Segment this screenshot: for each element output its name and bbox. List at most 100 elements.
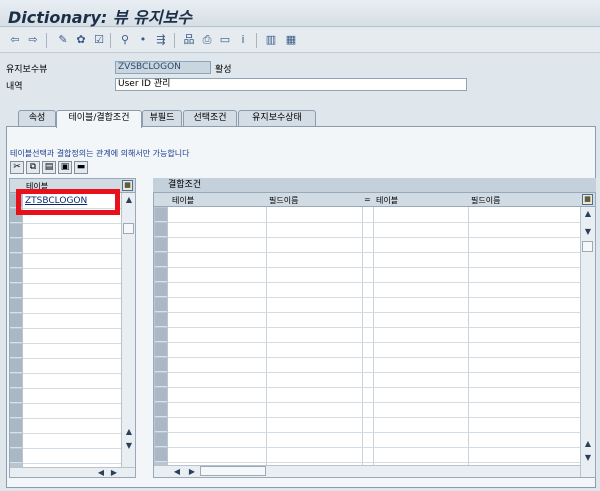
row-selector[interactable] <box>10 329 22 343</box>
row-selector[interactable] <box>155 373 167 387</box>
left-vertical-scrollbar[interactable]: ▲ ▲ ▼ <box>121 193 135 467</box>
row-selector[interactable] <box>10 299 22 313</box>
table-row[interactable] <box>23 403 121 404</box>
activate-icon[interactable]: ✿ <box>74 33 88 47</box>
table-row[interactable] <box>23 223 121 224</box>
scroll-left-icon[interactable]: ◀ <box>96 468 106 477</box>
delete-row-icon[interactable]: ▬ <box>74 161 88 174</box>
layout-icon[interactable]: ▥ <box>264 33 278 47</box>
table-row[interactable] <box>168 342 580 343</box>
row-selector[interactable] <box>155 313 167 327</box>
column-settings-icon[interactable]: ▦ <box>122 180 133 191</box>
row-selector[interactable] <box>155 283 167 297</box>
tab-tables-join[interactable]: 테이블/결합조건 <box>56 110 142 128</box>
print-icon[interactable]: ⎙ <box>200 33 214 47</box>
table-row[interactable] <box>23 283 121 284</box>
hierarchy-icon[interactable]: 品 <box>182 33 196 47</box>
table-row[interactable] <box>168 447 580 448</box>
tab-attributes[interactable]: 속성 <box>18 110 56 127</box>
table-row[interactable] <box>23 253 121 254</box>
check-icon[interactable]: ☑ <box>92 33 106 47</box>
row-selector[interactable] <box>155 268 167 282</box>
table-row[interactable] <box>168 387 580 388</box>
table-row[interactable] <box>168 372 580 373</box>
scroll-up-icon[interactable]: ▲ <box>123 427 135 436</box>
row-selector[interactable] <box>10 284 22 298</box>
row-selector[interactable] <box>155 208 167 222</box>
scroll-up-icon[interactable]: ▲ <box>582 439 594 448</box>
row-selector[interactable] <box>155 343 167 357</box>
tab-selection[interactable]: 선택조건 <box>183 110 237 127</box>
cut-icon[interactable]: ✂ <box>10 161 24 174</box>
row-selector[interactable] <box>155 328 167 342</box>
table-row[interactable] <box>168 237 580 238</box>
row-selector[interactable] <box>155 223 167 237</box>
view-name-field[interactable]: ZVSBCLOGON <box>115 61 211 74</box>
row-selector[interactable] <box>155 358 167 372</box>
row-selector[interactable] <box>10 254 22 268</box>
description-field[interactable]: User ID 관리 <box>115 78 467 91</box>
table-row[interactable] <box>23 313 121 314</box>
row-selector[interactable] <box>10 239 22 253</box>
column-settings-icon[interactable]: ▦ <box>582 194 593 205</box>
table-row[interactable] <box>168 432 580 433</box>
table-row[interactable] <box>168 252 580 253</box>
row-selector[interactable] <box>10 344 22 358</box>
row-selector[interactable] <box>10 389 22 403</box>
row-selector[interactable] <box>155 388 167 402</box>
pencil-glasses-icon[interactable]: ✎ <box>56 33 70 47</box>
table-row[interactable] <box>168 327 580 328</box>
table-row[interactable] <box>23 373 121 374</box>
frame-icon[interactable]: ▭ <box>218 33 232 47</box>
row-selector[interactable] <box>10 419 22 433</box>
scroll-down-icon[interactable]: ▼ <box>582 227 594 236</box>
table-row[interactable] <box>168 282 580 283</box>
scroll-right-icon[interactable]: ▶ <box>109 468 119 477</box>
table-row[interactable] <box>23 433 121 434</box>
row-selector[interactable] <box>10 374 22 388</box>
table-row[interactable] <box>23 343 121 344</box>
right-horizontal-scrollbar[interactable]: ◀ ▶ <box>154 465 580 477</box>
left-horizontal-scrollbar[interactable]: ◀ ▶ <box>10 467 135 477</box>
forward-arrow-icon[interactable]: ⇨ <box>26 33 40 47</box>
row-selector[interactable] <box>10 359 22 373</box>
row-selector[interactable] <box>10 269 22 283</box>
right-vertical-scrollbar[interactable]: ▲ ▼ ▲ ▼ <box>580 207 595 477</box>
graphic-icon[interactable]: ⇶ <box>154 33 168 47</box>
row-selector[interactable] <box>10 224 22 238</box>
table-row[interactable] <box>23 268 121 269</box>
tab-maint-status[interactable]: 유지보수상태 <box>238 110 316 127</box>
row-selector[interactable] <box>155 238 167 252</box>
row-selector[interactable] <box>155 433 167 447</box>
table-row[interactable] <box>23 448 121 449</box>
calendar-grid-icon[interactable]: ▦ <box>284 33 298 47</box>
row-selector[interactable] <box>155 418 167 432</box>
table-row[interactable] <box>23 388 121 389</box>
table-row[interactable] <box>168 312 580 313</box>
table-row[interactable] <box>168 222 580 223</box>
table-row[interactable] <box>23 298 121 299</box>
scroll-right-icon[interactable]: ▶ <box>187 467 197 476</box>
table-row[interactable] <box>168 417 580 418</box>
table-row[interactable] <box>23 238 121 239</box>
info-pin-icon[interactable]: • <box>136 33 150 47</box>
back-arrow-icon[interactable]: ⇦ <box>8 33 22 47</box>
table-row[interactable] <box>23 358 121 359</box>
scroll-left-icon[interactable]: ◀ <box>172 467 182 476</box>
table-row[interactable] <box>168 357 580 358</box>
copy-icon[interactable]: ⧉ <box>26 161 40 174</box>
scroll-thumb[interactable] <box>582 241 593 252</box>
table-row[interactable] <box>168 267 580 268</box>
paste-icon[interactable]: ▤ <box>42 161 56 174</box>
scroll-down-icon[interactable]: ▼ <box>582 453 594 462</box>
row-selector[interactable] <box>155 403 167 417</box>
scroll-thumb[interactable] <box>200 466 266 476</box>
row-selector[interactable] <box>155 253 167 267</box>
scroll-up-icon[interactable]: ▲ <box>582 209 594 218</box>
table-row[interactable] <box>23 418 121 419</box>
row-selector[interactable] <box>10 449 22 463</box>
row-selector[interactable] <box>155 298 167 312</box>
insert-row-icon[interactable]: ▣ <box>58 161 72 174</box>
info-icon[interactable]: i <box>236 33 250 47</box>
table-row[interactable] <box>168 402 580 403</box>
